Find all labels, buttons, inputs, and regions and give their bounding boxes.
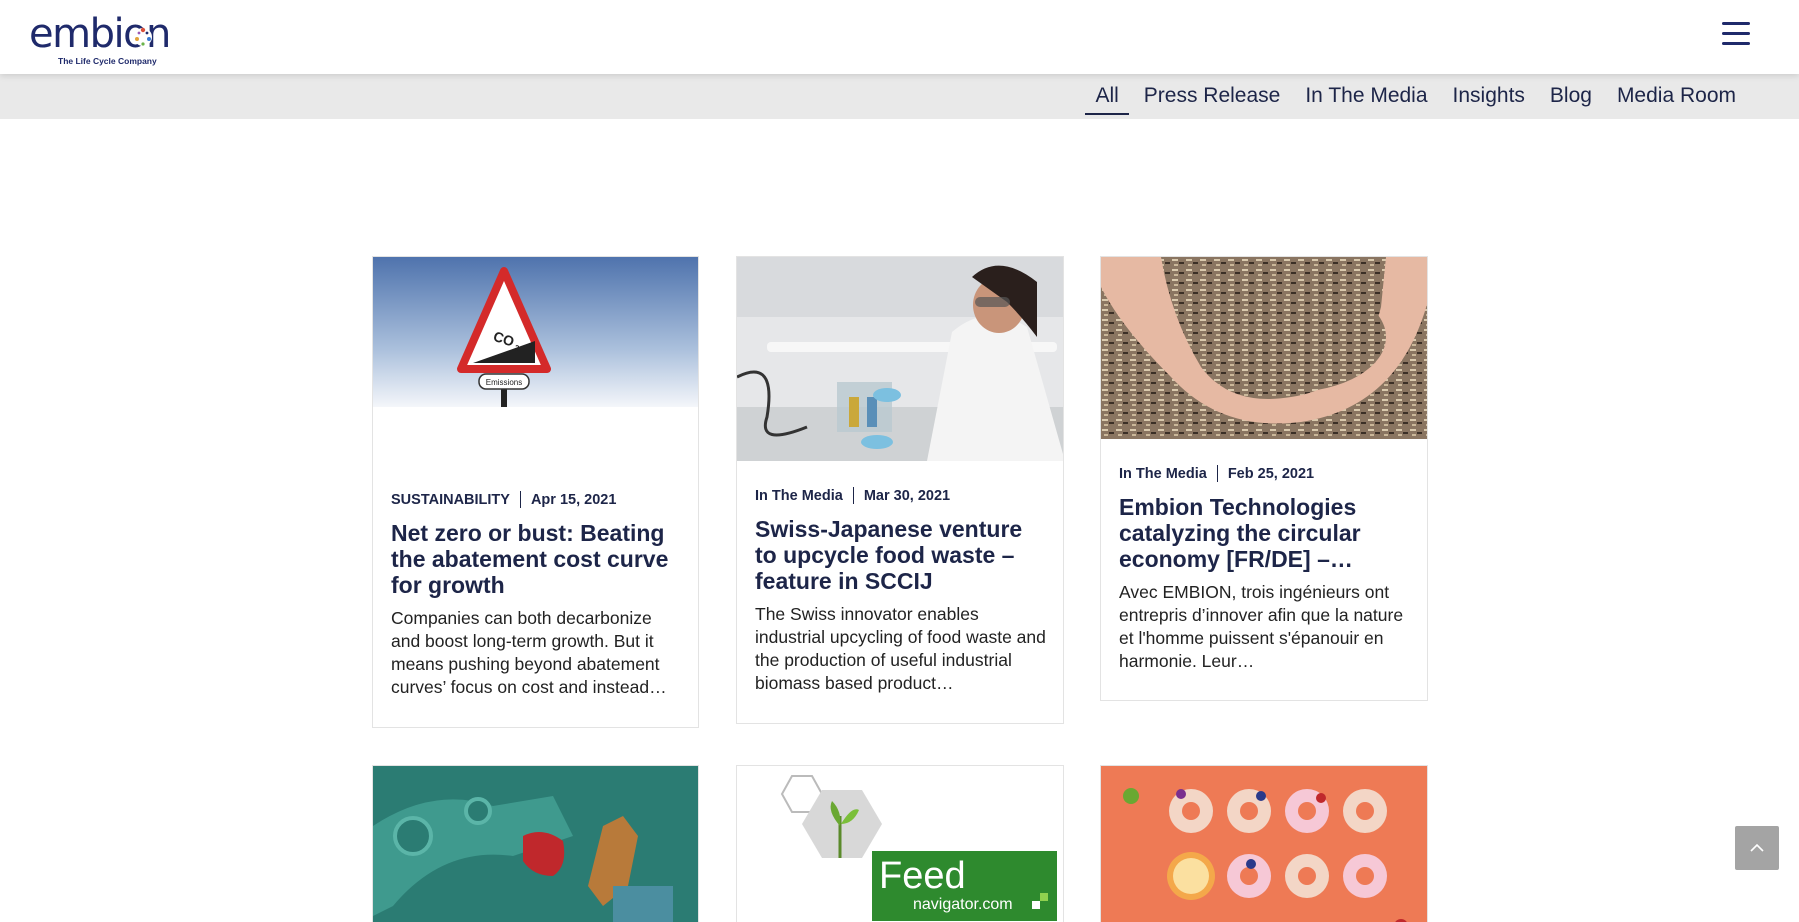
chevron-up-icon <box>1750 843 1764 852</box>
logo-atom-icon <box>134 27 152 46</box>
filter-blog[interactable]: Blog <box>1540 78 1602 115</box>
co2-sign-image: Emissions CO 2 <box>373 257 698 407</box>
post-card[interactable]: In The Media Feb 25, 2021 Embion Technol… <box>1100 256 1428 701</box>
filter-tabs: All Press Release In The Media Insights … <box>1080 74 1746 119</box>
filter-media-room[interactable]: Media Room <box>1607 78 1746 115</box>
logo-tagline: The Life Cycle Company <box>58 56 157 66</box>
post-title[interactable]: Net zero or bust: Beating the abatement … <box>391 520 683 598</box>
post-thumbnail[interactable] <box>1101 257 1427 439</box>
post-category[interactable]: In The Media <box>1119 466 1207 482</box>
robot-arm-pepper-illustration <box>373 766 698 922</box>
post-thumbnail[interactable] <box>373 766 698 922</box>
post-card[interactable]: Feed navigator.com <box>736 765 1064 922</box>
post-thumbnail[interactable] <box>1101 766 1427 922</box>
category-filter-bar: All Press Release In The Media Insights … <box>0 74 1799 119</box>
fruit-donuts-image <box>1101 766 1427 922</box>
post-date: Mar 30, 2021 <box>863 487 951 504</box>
post-thumbnail[interactable]: Emissions CO 2 <box>373 257 698 407</box>
post-category[interactable]: SUSTAINABILITY <box>391 492 510 508</box>
filter-all[interactable]: All <box>1085 78 1129 115</box>
post-meta: In The Media Mar 30, 2021 <box>755 487 950 504</box>
post-meta: SUSTAINABILITY Apr 15, 2021 <box>391 491 616 508</box>
filter-press-release[interactable]: Press Release <box>1134 78 1291 115</box>
filter-in-the-media[interactable]: In The Media <box>1295 78 1437 115</box>
post-excerpt: Avec EMBION, trois ingénieurs ont entrep… <box>1119 582 1404 671</box>
svg-text:navigator.com: navigator.com <box>913 896 1013 913</box>
post-date: Feb 25, 2021 <box>1227 465 1315 482</box>
filter-insights[interactable]: Insights <box>1443 78 1535 115</box>
post-card[interactable]: In The Media Mar 30, 2021 Swiss-Japanese… <box>736 256 1064 724</box>
post-title[interactable]: Swiss-Japanese venture to upcycle food w… <box>755 516 1047 594</box>
lab-scientist-image <box>737 257 1063 461</box>
back-to-top-button[interactable] <box>1735 826 1779 870</box>
post-card[interactable]: Emissions CO 2 SUSTAINABILITY Apr 15, 20… <box>372 256 699 728</box>
post-date: Apr 15, 2021 <box>530 491 617 508</box>
post-excerpt: The Swiss innovator enables industrial u… <box>755 604 1046 693</box>
post-excerpt: Companies can both decarbonize and boost… <box>391 608 667 697</box>
embion-logo[interactable]: embion The Life Cycle Company <box>29 14 171 66</box>
post-card[interactable] <box>1100 765 1428 922</box>
svg-text:Feed: Feed <box>879 855 966 897</box>
post-thumbnail[interactable]: Feed navigator.com <box>737 766 1063 922</box>
post-card[interactable] <box>372 765 699 922</box>
hamburger-menu-icon[interactable] <box>1722 22 1752 48</box>
post-category[interactable]: In The Media <box>755 488 843 504</box>
post-title[interactable]: Embion Technologies catalyzing the circu… <box>1119 494 1411 572</box>
feednavigator-logo-image: Feed navigator.com <box>737 766 1063 922</box>
svg-text:Emissions: Emissions <box>486 378 522 387</box>
biomass-hands-image <box>1101 257 1427 439</box>
post-meta: In The Media Feb 25, 2021 <box>1119 465 1314 482</box>
post-thumbnail[interactable] <box>737 257 1063 461</box>
site-header: embion The Life Cycle Company <box>0 0 1799 74</box>
